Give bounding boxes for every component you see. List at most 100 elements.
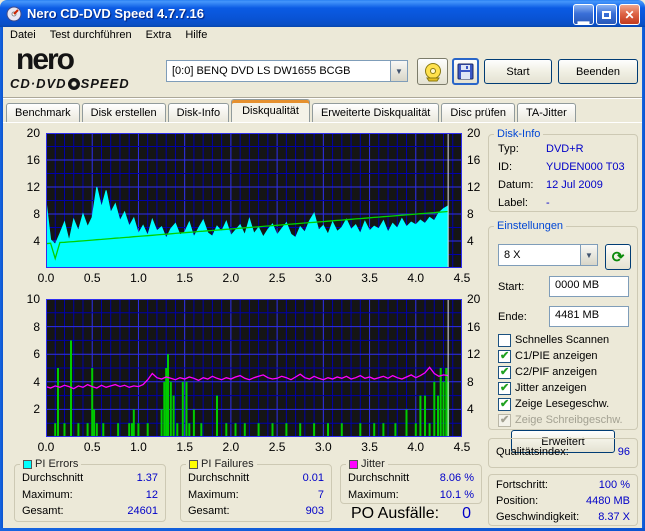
jitter-swatch — [349, 459, 358, 469]
tab-diskqualitaet[interactable]: Diskqualität — [231, 99, 310, 122]
quality-index-value: 96 — [617, 446, 630, 458]
stat-row: Durchschnitt 0.01 — [188, 472, 324, 484]
tab-ta-jitter[interactable]: TA-Jitter — [517, 103, 576, 122]
start-input[interactable]: 0000 MB — [549, 276, 629, 297]
pif-jitter-chart — [46, 299, 462, 437]
start-label: Start: — [498, 281, 525, 293]
chevron-down-icon[interactable]: ▼ — [390, 61, 407, 81]
tick-label: 20 — [467, 292, 481, 306]
checkbox-schnelles-scannen[interactable]: Schnelles Scannen — [498, 333, 609, 347]
jitter-title: Jitter — [361, 458, 385, 470]
chevron-down-icon[interactable]: ▼ — [580, 245, 597, 265]
end-input[interactable]: 4481 MB — [549, 306, 629, 327]
tab-disk-info[interactable]: Disk-Info — [167, 103, 230, 122]
tick-label: 2.5 — [268, 440, 286, 454]
tab-erweiterte-diskqualitaet[interactable]: Erweiterte Diskqualität — [311, 103, 440, 122]
stat-row: Gesamt: 24601 — [22, 505, 158, 517]
close-button[interactable]: ✕ — [619, 4, 640, 25]
stat-row: Maximum: 10.1 % — [348, 488, 474, 501]
start-button[interactable]: Start — [484, 59, 552, 84]
tick-label: 6 — [33, 347, 40, 362]
settings-title: Einstellungen — [497, 220, 564, 232]
tick-label: 2.5 — [268, 271, 286, 285]
tick-label: 1.5 — [176, 440, 193, 454]
window-title: Nero CD-DVD Speed 4.7.7.16 — [27, 6, 205, 21]
tab-disk-erstellen[interactable]: Disk erstellen — [81, 103, 166, 122]
save-icon — [457, 63, 474, 80]
tick-label: 12 — [467, 347, 481, 362]
checkbox-box[interactable] — [498, 349, 511, 363]
tab-strip: Benchmark Disk erstellen Disk-Info Diskq… — [6, 99, 578, 122]
disc-icon — [67, 77, 80, 90]
tick-label: 16 — [467, 319, 481, 334]
pi-failures-swatch — [189, 459, 198, 469]
tick-label: 0.0 — [37, 440, 55, 454]
eject-disc-button[interactable] — [417, 58, 448, 85]
menu-bar: Datei Test durchführen Extra Hilfe — [3, 27, 642, 45]
speed-select[interactable]: 8 X ▼ — [498, 244, 598, 266]
tick-label: 4 — [33, 234, 40, 248]
checkbox-box[interactable] — [498, 333, 511, 347]
tick-label: 8 — [467, 207, 474, 221]
eject-disc-icon — [424, 62, 441, 81]
checkbox-box[interactable] — [498, 381, 511, 395]
disk-info-panel: Disk-Info Typ: DVD+R ID: YUDEN000 T03 Datu… — [488, 128, 638, 212]
tick-label: 2.0 — [222, 271, 240, 285]
checkbox-c2-pif[interactable]: C2/PIF anzeigen — [498, 365, 597, 379]
pi-failures-title: PI Failures — [201, 458, 254, 470]
tick-label: 4.0 — [407, 271, 425, 285]
pi-failures-panel: PI Failures Durchschnitt 0.01 Maximum: 7 G… — [180, 458, 332, 522]
tick-label: 3.5 — [361, 440, 378, 454]
progress-panel: Fortschritt: 100 % Position: 4480 MB Gesch… — [488, 474, 638, 526]
toolbar-separator — [3, 97, 642, 99]
tick-label: 4 — [467, 234, 474, 248]
tick-label: 0.0 — [37, 271, 55, 285]
checkbox-c1-pie[interactable]: C1/PIE anzeigen — [498, 349, 598, 363]
tick-label: 3.0 — [314, 440, 332, 454]
stat-row: Maximum: 7 — [188, 488, 324, 501]
tick-label: 4 — [33, 374, 40, 389]
pi-errors-panel: PI Errors Durchschnitt 1.37 Maximum: 12 Ge… — [14, 458, 166, 522]
save-button[interactable] — [452, 58, 479, 85]
tick-label: 3.5 — [361, 271, 378, 285]
tick-label: 20 — [26, 126, 40, 140]
drive-select-value: [0:0] BENQ DVD LS DW1655 BCGB — [172, 65, 351, 77]
progress-row: Fortschritt: 100 % — [496, 479, 630, 491]
progress-row: Geschwindigkeit: 8.37 X — [496, 511, 630, 523]
drive-select[interactable]: [0:0] BENQ DVD LS DW1655 BCGB ▼ — [166, 60, 408, 82]
tab-disc-pruefen[interactable]: Disc prüfen — [441, 103, 516, 122]
disk-info-row: Label: - — [498, 197, 550, 209]
tick-label: 10 — [26, 292, 40, 306]
nero-logo: nero — [16, 43, 75, 76]
quit-button[interactable]: Beenden — [558, 59, 638, 84]
checkbox-jitter[interactable]: Jitter anzeigen — [498, 381, 587, 395]
end-label: Ende: — [498, 311, 527, 323]
disk-info-row: Datum: 12 Jul 2009 — [498, 179, 603, 191]
app-icon — [6, 6, 22, 21]
tick-label: 4.5 — [453, 440, 471, 454]
pi-errors-swatch — [23, 459, 32, 469]
pi-errors-chart — [46, 133, 462, 268]
minimize-button[interactable]: ▬ — [573, 4, 594, 27]
tick-label: 4 — [467, 402, 474, 417]
menu-extra[interactable]: Extra — [139, 27, 179, 45]
tick-label: 8 — [33, 319, 40, 334]
stat-row: Durchschnitt 8.06 % — [348, 472, 474, 484]
tick-label: 20 — [467, 126, 481, 140]
pi-errors-title: PI Errors — [35, 458, 79, 470]
tick-label: 1.5 — [176, 271, 193, 285]
stat-row: Maximum: 12 — [22, 488, 158, 501]
tick-label: 0.5 — [83, 440, 101, 454]
checkbox-box[interactable] — [498, 365, 511, 379]
tab-benchmark[interactable]: Benchmark — [6, 103, 80, 122]
tick-label: 4.0 — [407, 440, 425, 454]
maximize-button[interactable] — [596, 4, 617, 25]
disk-info-row: ID: YUDEN000 T03 — [498, 161, 625, 173]
tick-label: 2 — [33, 402, 40, 417]
checkbox-lesegeschw[interactable]: Zeige Lesegeschw. — [498, 397, 609, 411]
stat-row: Durchschnitt 1.37 — [22, 472, 158, 484]
quality-index-label: Qualitätsindex: — [496, 446, 569, 458]
refresh-button[interactable]: ⟳ — [605, 244, 631, 270]
menu-hilfe[interactable]: Hilfe — [178, 27, 214, 45]
checkbox-box[interactable] — [498, 397, 511, 411]
